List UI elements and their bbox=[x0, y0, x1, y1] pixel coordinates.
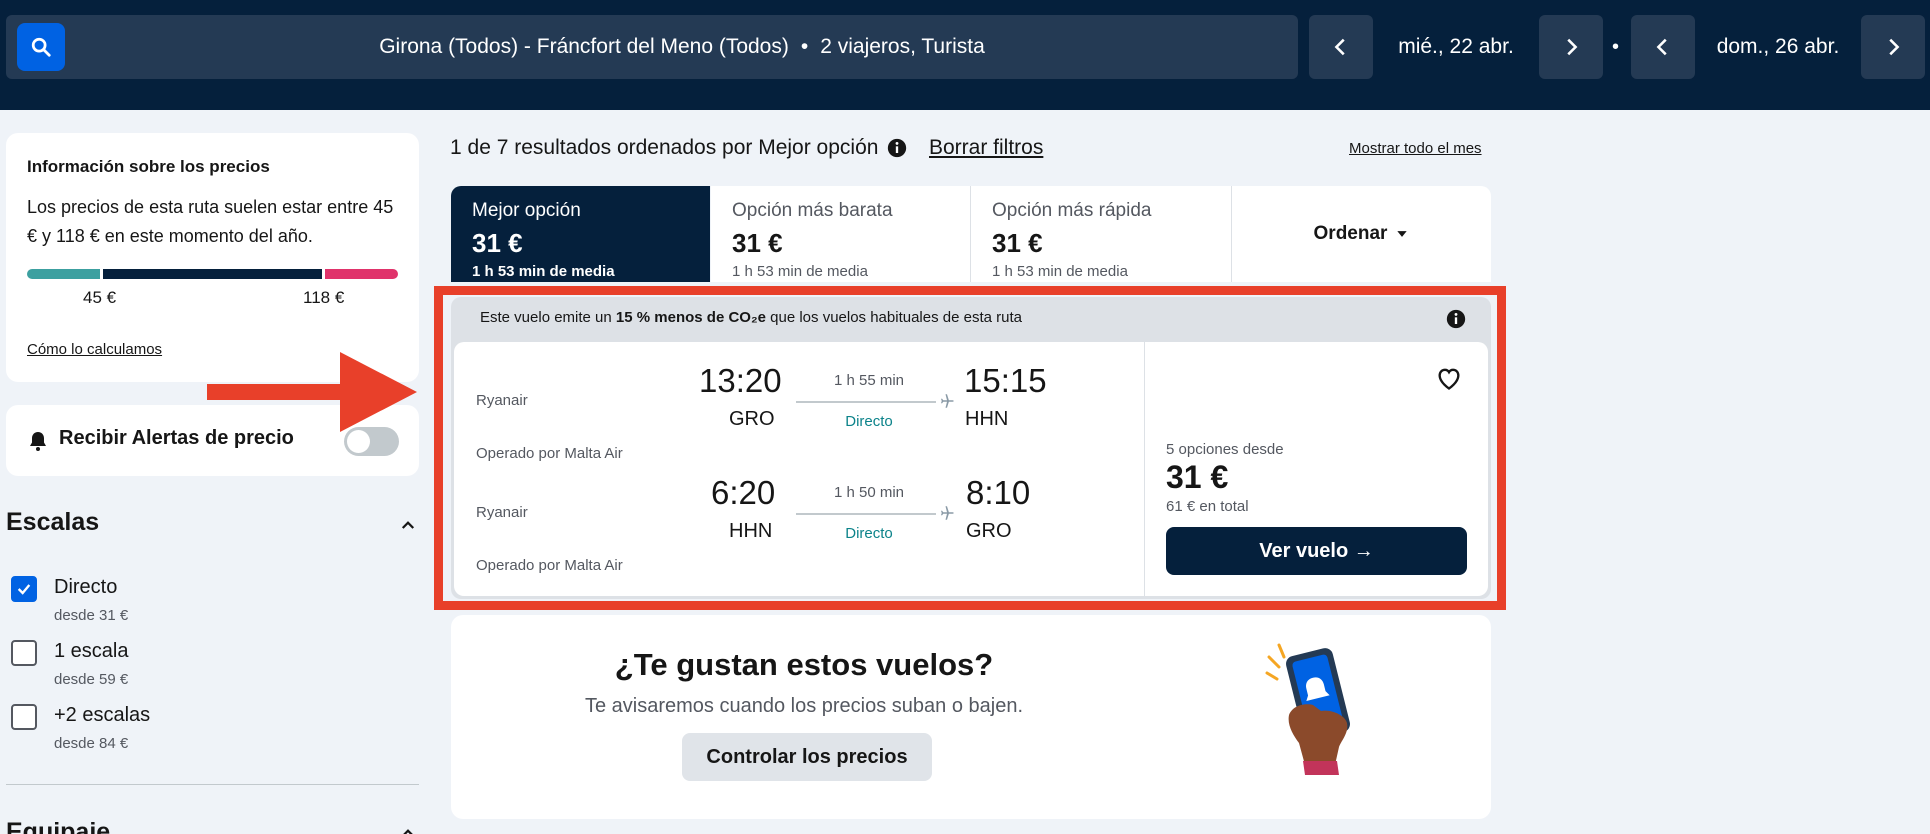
stops-filter-title[interactable]: Escalas bbox=[6, 508, 99, 537]
return-prev-button[interactable] bbox=[1631, 15, 1695, 79]
bell-icon bbox=[30, 432, 46, 451]
filter-divider bbox=[6, 784, 419, 785]
chevron-right-icon bbox=[1889, 38, 1900, 56]
caret-down-icon bbox=[1397, 231, 1408, 237]
toggle-knob bbox=[347, 430, 370, 453]
price-high-label: 118 € bbox=[303, 288, 345, 307]
search-icon bbox=[31, 37, 51, 57]
checkbox-direct[interactable] bbox=[11, 576, 37, 602]
checkbox-two-plus-stops[interactable] bbox=[11, 704, 37, 730]
return-next-button[interactable] bbox=[1861, 15, 1925, 79]
tab-duration: 1 h 53 min de media bbox=[992, 263, 1128, 280]
tab-best-option[interactable]: Mejor opción 31 € 1 h 53 min de media bbox=[451, 186, 710, 282]
clear-filters-link[interactable]: Borrar filtros bbox=[929, 136, 1043, 160]
price-info-title: Información sobre los precios bbox=[27, 157, 270, 176]
tab-cheapest[interactable]: Opción más barata 31 € 1 h 53 min de med… bbox=[711, 186, 970, 282]
price-low-label: 45 € bbox=[83, 288, 117, 307]
chevron-left-icon bbox=[1334, 38, 1345, 56]
show-whole-month-link[interactable]: Mostrar todo el mes bbox=[1349, 140, 1482, 157]
filter-option-label[interactable]: 1 escala bbox=[54, 640, 129, 663]
baggage-filter-title[interactable]: Equipaje bbox=[6, 818, 110, 834]
filter-option-label[interactable]: Directo bbox=[54, 576, 117, 599]
arrow-annotation-icon bbox=[207, 352, 417, 432]
route-text: Girona (Todos) - Fráncfort del Meno (Tod… bbox=[379, 35, 789, 58]
checkbox-one-stop[interactable] bbox=[11, 640, 37, 666]
chevron-right-icon bbox=[1567, 38, 1578, 56]
filter-option-price: desde 31 € bbox=[54, 607, 129, 624]
chevron-up-icon[interactable] bbox=[399, 824, 417, 834]
how-we-calculate-link[interactable]: Cómo lo calculamos bbox=[27, 341, 162, 358]
tab-price: 31 € bbox=[992, 228, 1043, 258]
search-button[interactable] bbox=[17, 23, 65, 71]
tab-price: 31 € bbox=[732, 228, 783, 258]
track-prices-button[interactable]: Controlar los precios bbox=[682, 733, 932, 781]
price-info-text: Los precios de esta ruta suelen estar en… bbox=[27, 197, 394, 246]
info-icon[interactable] bbox=[887, 138, 907, 158]
travelers-text: 2 viajeros, Turista bbox=[820, 35, 985, 58]
tab-label: Opción más rápida bbox=[992, 200, 1152, 221]
tab-price: 31 € bbox=[472, 228, 523, 258]
chevron-left-icon bbox=[1656, 38, 1667, 56]
results-summary: 1 de 7 resultados ordenados por Mejor op… bbox=[450, 136, 879, 159]
depart-date[interactable]: mié., 22 abr. bbox=[1373, 15, 1539, 79]
separator-dot: • bbox=[800, 35, 809, 58]
top-header: Girona (Todos) - Fráncfort del Meno (Tod… bbox=[0, 0, 1930, 110]
promo-title: ¿Te gustan estos vuelos? bbox=[614, 647, 994, 682]
checkmark-icon bbox=[17, 584, 31, 595]
tab-duration: 1 h 53 min de media bbox=[472, 263, 615, 280]
date-separator: • bbox=[1612, 35, 1620, 58]
price-info-card: Información sobre los precios Los precio… bbox=[6, 133, 419, 382]
return-date[interactable]: dom., 26 abr. bbox=[1695, 15, 1861, 79]
tab-duration: 1 h 53 min de media bbox=[732, 263, 868, 280]
filter-option-label[interactable]: +2 escalas bbox=[54, 704, 150, 727]
price-bar-high bbox=[325, 269, 398, 279]
sort-dropdown[interactable]: Ordenar bbox=[1232, 186, 1491, 282]
sort-dropdown-label: Ordenar bbox=[1313, 223, 1388, 244]
depart-next-button[interactable] bbox=[1539, 15, 1603, 79]
tab-fastest[interactable]: Opción más rápida 31 € 1 h 53 min de med… bbox=[971, 186, 1231, 282]
phone-illustration bbox=[1265, 643, 1350, 775]
chevron-up-icon[interactable] bbox=[399, 516, 417, 534]
tab-label: Mejor opción bbox=[472, 200, 581, 221]
price-bar-typical bbox=[103, 269, 322, 279]
price-tracking-promo: ¿Te gustan estos vuelos? Te avisaremos c… bbox=[451, 615, 1491, 819]
promo-text: Te avisaremos cuando los precios suban o… bbox=[584, 695, 1024, 717]
filter-option-price: desde 59 € bbox=[54, 671, 129, 688]
price-bar-low bbox=[27, 269, 100, 279]
search-summary-text: Girona (Todos) - Fráncfort del Meno (Tod… bbox=[66, 15, 1298, 79]
tab-label: Opción más barata bbox=[732, 200, 893, 221]
filter-option-price: desde 84 € bbox=[54, 735, 129, 752]
search-summary-box[interactable]: Girona (Todos) - Fráncfort del Meno (Tod… bbox=[6, 15, 1298, 79]
depart-prev-button[interactable] bbox=[1309, 15, 1373, 79]
highlight-annotation-box bbox=[434, 286, 1506, 610]
